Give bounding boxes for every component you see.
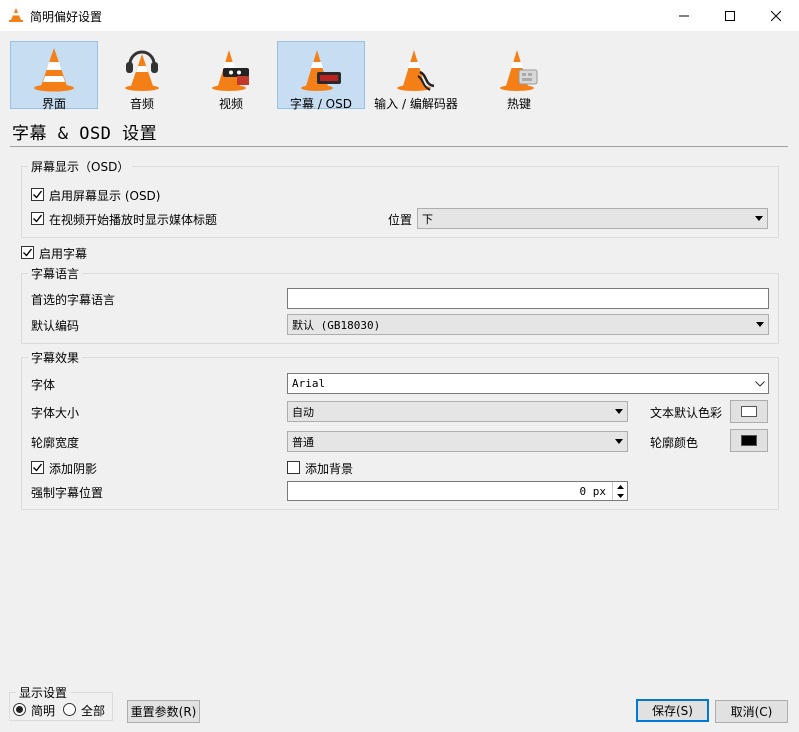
show-media-title-label: 在视频开始播放时显示媒体标题	[49, 213, 218, 227]
divider	[10, 146, 788, 147]
preferred-language-input[interactable]	[287, 288, 769, 309]
spin-down-icon[interactable]	[613, 491, 627, 500]
category-label: 音频	[129, 97, 154, 111]
category-audio[interactable]: 音频	[98, 41, 186, 111]
chevron-down-icon	[751, 209, 767, 228]
outline-color-label: 轮廓颜色	[650, 436, 699, 450]
text-color-swatch	[741, 406, 757, 417]
spin-up-icon[interactable]	[613, 482, 627, 491]
font-label: 字体	[31, 378, 56, 392]
category-interface[interactable]: 界面	[10, 41, 98, 111]
category-label: 热键	[506, 97, 531, 111]
force-position-label: 强制字幕位置	[31, 486, 104, 500]
category-hotkeys[interactable]: 热键	[475, 41, 563, 111]
minimize-icon	[679, 15, 689, 16]
cancel-button[interactable]: 取消(C)	[715, 700, 788, 723]
chevron-down-icon	[752, 374, 768, 393]
all-radio[interactable]	[63, 703, 76, 716]
vlc-cone-icon	[8, 7, 24, 23]
position-select[interactable]: 下	[417, 208, 768, 229]
force-position-stepper[interactable]: 0 px	[287, 481, 628, 501]
film-cone-icon	[209, 46, 253, 92]
close-button[interactable]	[753, 0, 799, 31]
window-title: 简明偏好设置	[30, 10, 103, 24]
position-label: 位置	[388, 213, 413, 227]
default-encoding-value: 默认 (GB18030)	[292, 318, 381, 332]
outline-width-select[interactable]: 普通	[287, 431, 628, 452]
category-video[interactable]: 视频	[187, 41, 275, 111]
display-settings-legend: 显示设置	[19, 686, 68, 700]
outline-width-value: 普通	[292, 435, 314, 449]
force-position-value: 0 px	[579, 484, 607, 498]
chevron-down-icon	[611, 432, 627, 451]
font-size-value: 自动	[292, 405, 314, 419]
text-color-label: 文本默认色彩	[650, 406, 723, 420]
maximize-icon	[725, 10, 735, 21]
clock-cone-icon	[299, 46, 343, 92]
outline-color-button[interactable]	[730, 429, 768, 452]
save-button[interactable]: 保存(S)	[636, 699, 709, 722]
checkmark-icon	[33, 214, 43, 223]
text-color-button[interactable]	[730, 400, 768, 423]
font-size-select[interactable]: 自动	[287, 401, 628, 422]
vlc-cone-icon	[32, 46, 76, 92]
headphones-cone-icon	[120, 46, 164, 92]
preferred-language-label: 首选的字幕语言	[31, 293, 116, 307]
chevron-down-icon	[752, 315, 768, 334]
show-media-title-checkbox[interactable]	[31, 212, 44, 225]
reset-button[interactable]: 重置参数(R)	[127, 700, 200, 723]
simple-label: 简明	[31, 704, 56, 718]
font-value: Arial	[292, 377, 326, 390]
add-background-label: 添加背景	[305, 462, 354, 476]
outline-width-label: 轮廓宽度	[31, 436, 80, 450]
enable-osd-checkbox[interactable]	[31, 188, 44, 201]
cable-cone-icon	[394, 46, 438, 92]
minimize-button[interactable]	[661, 0, 707, 31]
enable-osd-label: 启用屏幕显示 (OSD)	[49, 189, 161, 203]
page-title: 字幕 & OSD 设置	[12, 124, 158, 144]
category-label: 界面	[41, 97, 66, 111]
font-select[interactable]: Arial	[287, 373, 769, 394]
category-label: 输入 / 编解码器	[374, 97, 458, 111]
category-label: 视频	[218, 97, 243, 111]
all-label: 全部	[81, 704, 106, 718]
outline-color-swatch	[741, 435, 757, 446]
add-shadow-checkbox[interactable]	[31, 461, 44, 474]
close-icon	[771, 10, 781, 21]
radio-dot	[16, 706, 23, 713]
enable-subtitles-label: 启用字幕	[39, 247, 88, 261]
default-encoding-select[interactable]: 默认 (GB18030)	[287, 314, 769, 335]
subtitle-language-legend: 字幕语言	[31, 267, 80, 281]
default-encoding-label: 默认编码	[31, 319, 80, 333]
chevron-down-icon	[611, 402, 627, 421]
category-label: 字幕 / OSD	[290, 97, 352, 111]
category-subtitles-osd[interactable]: 字幕 / OSD	[277, 41, 365, 111]
font-size-label: 字体大小	[31, 406, 80, 420]
add-background-checkbox[interactable]	[287, 461, 300, 474]
position-value: 下	[422, 212, 433, 226]
simple-radio[interactable]	[13, 703, 26, 716]
checkmark-icon	[23, 248, 33, 257]
checkmark-icon	[33, 190, 43, 199]
add-shadow-label: 添加阴影	[49, 462, 98, 476]
osd-group-legend: 屏幕显示（OSD）	[31, 160, 130, 174]
keyboard-cone-icon	[497, 46, 541, 92]
category-input-codecs[interactable]: 输入 / 编解码器	[372, 41, 460, 111]
subtitle-effects-legend: 字幕效果	[31, 351, 80, 365]
maximize-button[interactable]	[707, 0, 753, 31]
enable-subtitles-checkbox[interactable]	[21, 246, 34, 259]
checkmark-icon	[33, 463, 43, 472]
